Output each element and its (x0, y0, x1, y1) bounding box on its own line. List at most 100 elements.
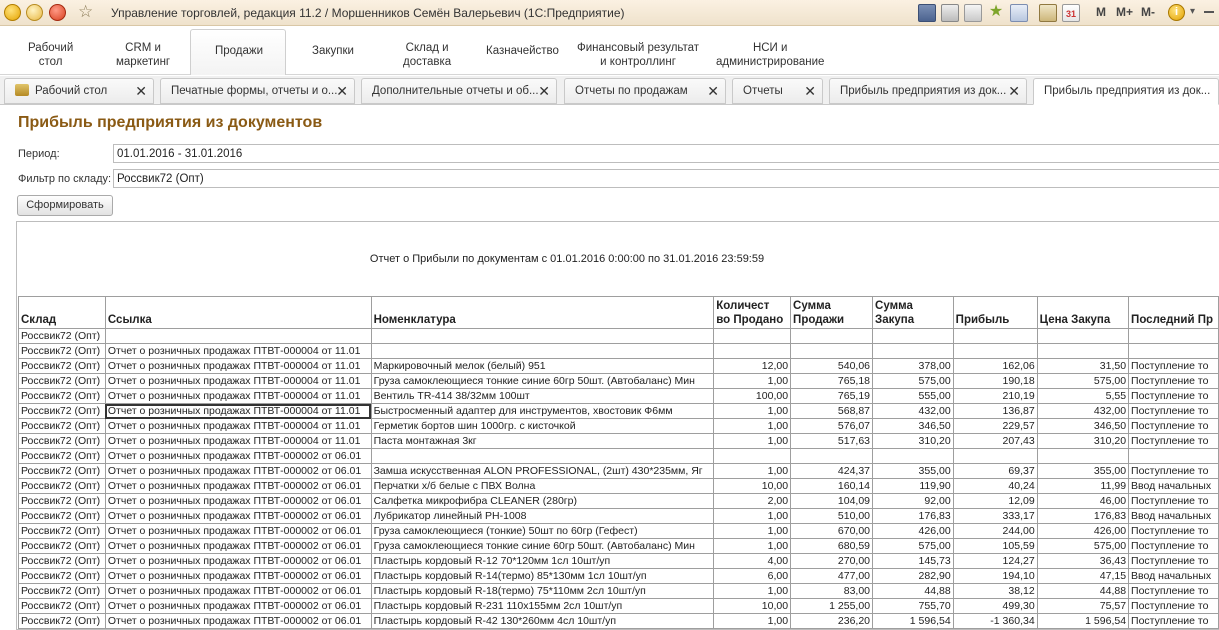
table-cell[interactable]: 517,63 (790, 433, 874, 449)
column-header[interactable]: Последний Пр (1128, 296, 1219, 329)
table-cell[interactable]: 1,00 (713, 538, 792, 554)
table-cell[interactable]: 104,09 (790, 493, 874, 509)
table-cell[interactable]: 346,50 (1036, 418, 1130, 434)
table-cell[interactable]: 355,00 (1036, 463, 1130, 479)
table-cell[interactable]: 36,43 (1036, 553, 1130, 569)
section-crm[interactable]: CRM и маркетинг (116, 41, 170, 69)
table-cell[interactable]: Россвик72 (Опт) (18, 403, 106, 419)
table-cell[interactable] (790, 328, 874, 344)
table-cell[interactable]: 145,73 (872, 553, 954, 569)
memory-plus-button[interactable]: M+ (1116, 5, 1133, 19)
close-icon[interactable]: ✕ (804, 79, 816, 103)
column-header[interactable]: Номенклатура (370, 296, 715, 329)
table-cell[interactable] (713, 343, 792, 359)
table-row[interactable]: Россвик72 (Опт) Отчет о розничных продажа… (18, 568, 1219, 584)
table-cell[interactable] (713, 448, 792, 464)
table-cell[interactable]: 124,27 (952, 553, 1038, 569)
table-cell[interactable]: 47,15 (1036, 568, 1130, 584)
table-cell[interactable]: Груза самоклеющиеся тонкие синие 60гр 50… (370, 373, 715, 389)
table-cell[interactable]: 44,88 (1036, 583, 1130, 599)
table-cell[interactable]: 210,19 (952, 388, 1038, 404)
table-cell[interactable]: Поступление то (1128, 388, 1219, 404)
table-cell[interactable]: 190,18 (952, 373, 1038, 389)
table-cell[interactable]: 765,18 (790, 373, 874, 389)
table-cell[interactable]: Россвик72 (Опт) (18, 418, 106, 434)
table-cell[interactable]: 83,00 (790, 583, 874, 599)
table-cell[interactable] (1128, 343, 1219, 359)
table-cell[interactable]: Отчет о розничных продажах ПТВТ-000002 о… (104, 463, 372, 479)
table-cell[interactable]: 575,00 (1036, 373, 1130, 389)
table-cell[interactable]: Отчет о розничных продажах ПТВТ-000004 о… (104, 343, 372, 359)
table-cell[interactable]: 310,20 (1036, 433, 1130, 449)
table-cell[interactable]: 310,20 (872, 433, 954, 449)
favorites-star-icon[interactable]: ☆ (78, 2, 93, 22)
table-cell[interactable]: 346,50 (872, 418, 954, 434)
table-cell[interactable]: Перчатки х/б белые с ПВХ Волна (370, 478, 715, 494)
table-cell[interactable]: 1,00 (713, 418, 792, 434)
table-cell[interactable]: Отчет о розничных продажах ПТВТ-000002 о… (104, 553, 372, 569)
close-icon[interactable]: ✕ (336, 79, 348, 103)
table-cell[interactable]: 477,00 (790, 568, 874, 584)
table-cell[interactable]: 282,90 (872, 568, 954, 584)
table-cell[interactable]: 11,99 (1036, 478, 1130, 494)
table-cell[interactable]: Поступление то (1128, 538, 1219, 554)
table-cell[interactable]: 100,00 (713, 388, 792, 404)
table-cell[interactable]: 424,37 (790, 463, 874, 479)
table-cell[interactable]: Груза самоклеющиеся тонкие синие 60гр 50… (370, 538, 715, 554)
table-cell[interactable]: Отчет о розничных продажах ПТВТ-000002 о… (104, 523, 372, 539)
table-cell[interactable]: 432,00 (872, 403, 954, 419)
table-cell[interactable]: 38,12 (952, 583, 1038, 599)
table-cell[interactable]: 575,00 (872, 538, 954, 554)
table-cell[interactable]: 1 596,54 (1036, 613, 1130, 629)
table-cell[interactable]: 6,00 (713, 568, 792, 584)
table-cell[interactable]: 378,00 (872, 358, 954, 374)
table-cell[interactable] (370, 448, 715, 464)
table-cell[interactable] (952, 328, 1038, 344)
table-cell[interactable]: Поступление то (1128, 598, 1219, 614)
table-cell[interactable]: 1 255,00 (790, 598, 874, 614)
close-icon[interactable]: ✕ (135, 79, 147, 103)
table-cell[interactable]: 46,00 (1036, 493, 1130, 509)
table-row[interactable]: Россвик72 (Опт) Отчет о розничных продажа… (18, 388, 1219, 404)
table-cell[interactable]: 270,00 (790, 553, 874, 569)
table-cell[interactable]: 162,06 (952, 358, 1038, 374)
table-cell[interactable]: Поступление то (1128, 358, 1219, 374)
section-purchases[interactable]: Закупки (312, 44, 354, 58)
section-nsi[interactable]: НСИ и администрирование (716, 41, 824, 69)
column-header[interactable]: Цена Закупа (1036, 296, 1130, 329)
table-cell[interactable]: Поступление то (1128, 553, 1219, 569)
link-icon[interactable] (1010, 4, 1028, 22)
table-row[interactable]: Россвик72 (Опт) Отчет о розничных продажа… (18, 343, 1219, 359)
table-cell[interactable] (370, 328, 715, 344)
tab-profit-report-2[interactable]: Прибыль предприятия из док... (1033, 78, 1219, 105)
table-row[interactable]: Россвик72 (Опт) Отчет о розничных продажа… (18, 433, 1219, 449)
save-icon[interactable] (918, 4, 936, 22)
table-cell[interactable]: 69,37 (952, 463, 1038, 479)
close-icon[interactable]: ✕ (1008, 79, 1020, 103)
table-cell[interactable]: Россвик72 (Опт) (18, 598, 106, 614)
table-cell[interactable]: Отчет о розничных продажах ПТВТ-000002 о… (104, 583, 372, 599)
table-cell[interactable]: Паста монтажная 3кг (370, 433, 715, 449)
table-cell[interactable]: Поступление то (1128, 463, 1219, 479)
table-cell[interactable]: Россвик72 (Опт) (18, 493, 106, 509)
add-favorite-icon[interactable]: ★ (987, 4, 1005, 22)
table-cell[interactable]: Россвик72 (Опт) (18, 568, 106, 584)
table-cell[interactable]: 119,90 (872, 478, 954, 494)
table-cell[interactable]: 680,59 (790, 538, 874, 554)
table-cell[interactable]: Отчет о розничных продажах ПТВТ-000002 о… (104, 598, 372, 614)
table-cell[interactable]: Пластырь кордовый R-12 70*120мм 1сл 10шт… (370, 553, 715, 569)
table-cell[interactable]: Поступление то (1128, 493, 1219, 509)
table-cell[interactable]: 1,00 (713, 373, 792, 389)
table-cell[interactable]: Поступление то (1128, 583, 1219, 599)
section-warehouse[interactable]: Склад и доставка (403, 41, 451, 69)
table-cell[interactable]: Герметик бортов шин 1000гр. с кисточкой (370, 418, 715, 434)
table-row[interactable]: Россвик72 (Опт) Отчет о розничных продажа… (18, 373, 1219, 389)
table-cell[interactable]: 236,20 (790, 613, 874, 629)
calculator-icon[interactable] (1039, 4, 1057, 22)
table-cell[interactable]: 1,00 (713, 463, 792, 479)
table-cell[interactable]: 4,00 (713, 553, 792, 569)
table-cell[interactable]: Россвик72 (Опт) (18, 553, 106, 569)
table-cell[interactable]: Поступление то (1128, 373, 1219, 389)
table-cell[interactable]: Россвик72 (Опт) (18, 508, 106, 524)
table-cell[interactable]: Россвик72 (Опт) (18, 328, 106, 344)
